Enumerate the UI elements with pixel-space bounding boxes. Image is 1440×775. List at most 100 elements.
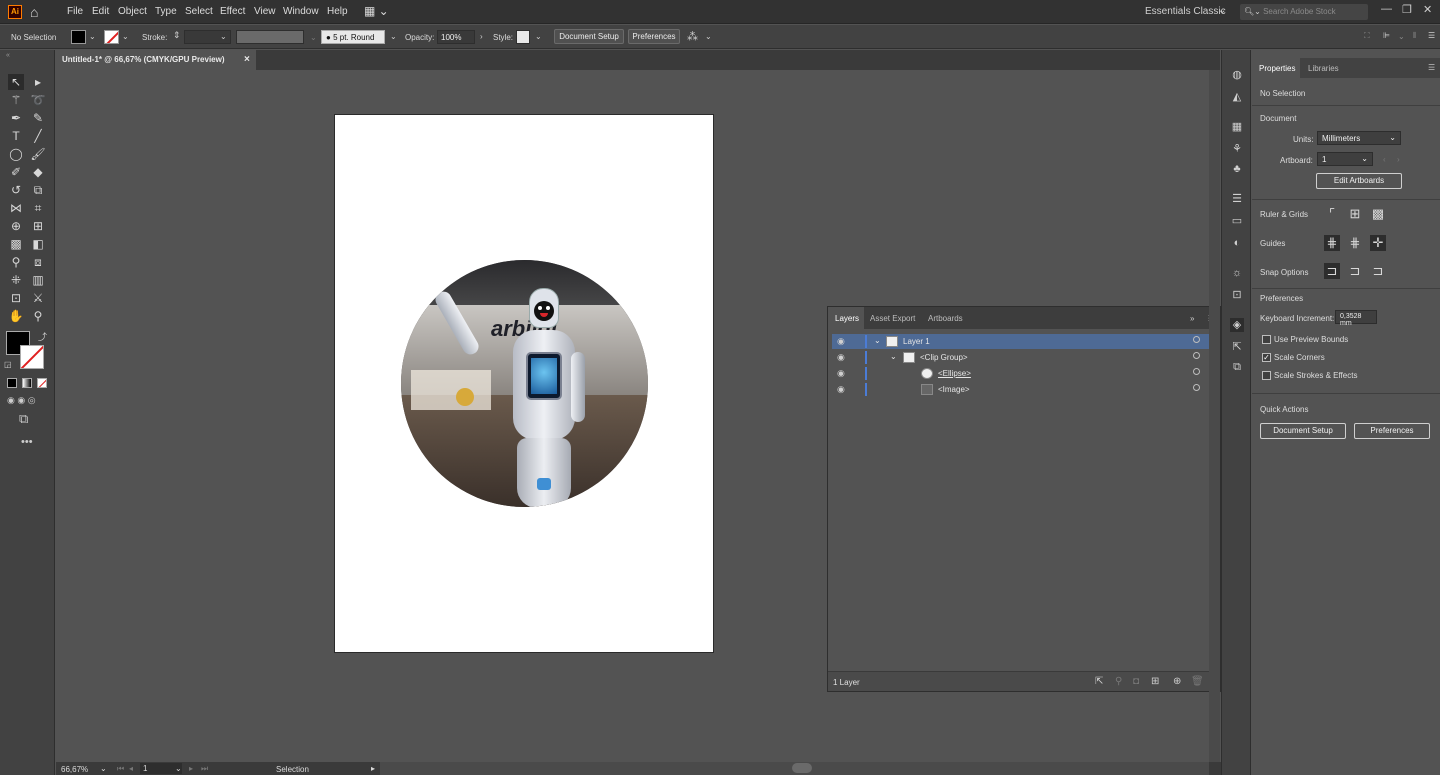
fill-chevron-icon[interactable]: ⌄ [89,32,96,41]
clipped-robot-image[interactable]: arbilgi [401,260,648,507]
color-mode-icon[interactable] [7,378,17,388]
props-menu-icon[interactable]: ☰ [1428,63,1435,72]
document-setup-button[interactable]: Document Setup [554,29,624,44]
transparency-grid-icon[interactable]: ▩ [1370,206,1386,222]
menu-file[interactable]: File [67,6,83,17]
target-circle-icon[interactable] [1193,368,1200,375]
tab-layers-active[interactable]: Layers [835,314,859,323]
keyboard-increment-input[interactable]: 0,3528 mm [1335,310,1377,327]
opacity-arrow-icon[interactable]: › [480,32,483,41]
default-colors-icon[interactable]: ◲ [4,360,12,369]
symbol-sprayer-tool-icon[interactable]: ⁜ [8,272,24,288]
hand-tool-icon[interactable]: ✋ [8,308,24,324]
tab-libraries[interactable]: Libraries [1308,64,1339,73]
control-menu-icon[interactable]: ☰ [1428,31,1435,40]
quick-preferences-button[interactable]: Preferences [1354,423,1430,439]
magic-wand-tool-icon[interactable]: ⚚ [8,92,24,108]
distribute-icon[interactable]: ⫴ [1413,31,1416,41]
preferences-button[interactable]: Preferences [628,29,680,44]
layers-dock-icon[interactable]: ◈ [1230,318,1244,332]
scale-strokes-checkbox[interactable] [1262,371,1271,380]
ellipse-name[interactable]: <Ellipse> [938,369,971,378]
menu-type[interactable]: Type [155,6,177,17]
visibility-eye-icon[interactable]: ◉ [837,336,845,347]
select-similar-chevron-icon[interactable]: ⌄ [705,32,712,41]
collapse-toolbar-icon[interactable]: « [6,52,10,59]
stroke-swatch[interactable] [104,30,119,44]
brush-definition[interactable]: ● 5 pt. Round [321,30,385,44]
artboard[interactable]: arbilgi [334,114,714,653]
zoom-chevron-icon[interactable]: ⌄ [100,764,107,773]
width-tool-icon[interactable]: ⋈ [8,200,24,216]
mesh-tool-icon[interactable]: ▩ [8,236,24,252]
create-sublayer-icon[interactable]: ⊞ [1151,676,1159,687]
stroke-chevron-icon[interactable]: ⌄ [122,32,129,41]
scale-tool-icon[interactable]: ⧉ [30,182,46,198]
status-menu-icon[interactable]: ▸ [371,764,375,773]
menu-view[interactable]: View [254,6,276,17]
align-chevron-icon[interactable]: ⌄ [1398,32,1405,41]
scale-corners-checkbox[interactable]: ✓ [1262,353,1271,362]
quick-document-setup-button[interactable]: Document Setup [1260,423,1346,439]
target-circle-icon[interactable] [1193,336,1200,343]
style-chevron-icon[interactable]: ⌄ [535,32,542,41]
direct-selection-tool-icon[interactable]: ▸ [30,74,46,90]
grid-icon[interactable]: ⊞ [1347,206,1363,222]
color-guide-icon[interactable]: ◭ [1230,90,1244,104]
arrange-documents-icon[interactable]: ▦ ⌄ [364,4,389,18]
brush-chevron-icon[interactable]: ⌄ [390,32,397,41]
layer-row-layer-1[interactable]: ◉ ⌄ Layer 1 [832,334,1216,349]
delete-icon[interactable]: 🗑︎ [1191,676,1204,687]
gradient-panel-icon[interactable]: ▭ [1230,214,1244,228]
free-transform-tool-icon[interactable]: ⌗ [30,200,46,216]
last-artboard-icon[interactable]: ⏭ [201,764,208,774]
clip-group-name[interactable]: <Clip Group> [920,353,968,362]
selection-tool-icon[interactable]: ↖ [8,74,24,90]
draw-normal-icon[interactable]: ◉ ◉ ◎ [7,395,36,406]
transform-icon[interactable]: ⛶ [1364,31,1370,41]
stroke-weight-chevron-icon[interactable]: ⌄ [220,32,227,41]
tab-properties[interactable]: Properties [1259,64,1295,73]
menu-object[interactable]: Object [118,6,147,17]
fill-swatch[interactable] [71,30,86,44]
style-swatch[interactable] [516,30,530,44]
profile-chevron-icon[interactable]: ⌄ [310,33,317,42]
visibility-eye-icon[interactable]: ◉ [837,352,845,363]
make-clipping-mask-icon[interactable]: ◘ [1133,676,1139,687]
close-tab-icon[interactable]: × [244,54,250,65]
workspace-chevron-icon[interactable]: ⌄ [1218,5,1226,16]
stock-search-input[interactable]: 🔍︎⌄ Search Adobe Stock [1240,4,1368,20]
stroke-weight-stepper[interactable]: ⇕ [173,30,181,41]
eyedropper-tool-icon[interactable]: ⚲ [8,254,24,270]
target-circle-icon[interactable] [1193,384,1200,391]
artboards-dock-icon[interactable]: ⧉ [1230,360,1244,374]
menu-select[interactable]: Select [185,6,213,17]
horizontal-scroll-thumb[interactable] [792,763,812,773]
close-window-icon[interactable]: ✕ [1423,3,1432,16]
asset-export-icon[interactable]: ⇱ [1230,340,1244,354]
tab-asset-export[interactable]: Asset Export [870,314,915,323]
horizontal-scrollbar[interactable] [380,762,1209,775]
rotate-tool-icon[interactable]: ↺ [8,182,24,198]
image-name[interactable]: <Image> [938,385,970,394]
swap-colors-icon[interactable]: ⤴ [38,330,47,343]
zoom-level[interactable]: 66,67% [61,765,88,774]
change-screen-mode-icon[interactable]: ⧉ [19,411,28,427]
graphic-styles-icon[interactable]: ⊡ [1230,288,1244,302]
symbols-icon[interactable]: ♣ [1230,162,1244,176]
select-similar-icon[interactable]: ⁂ [687,30,698,43]
gradient-mode-icon[interactable] [22,378,32,388]
opacity-input[interactable]: 100% [437,30,475,44]
smart-guides-icon[interactable]: ✛ [1370,235,1386,251]
layer-name[interactable]: Layer 1 [903,337,930,346]
transparency-icon[interactable]: ◐ [1230,236,1244,250]
layer-row-clip-group[interactable]: ◉ ⌄ <Clip Group> [832,350,1216,365]
next-artboard-status-icon[interactable]: ▸ [189,764,193,773]
appearance-icon[interactable]: ☼ [1230,266,1244,280]
perspective-grid-tool-icon[interactable]: ⊞ [30,218,46,234]
artboard-select[interactable]: 1 ⌄ [1317,152,1373,166]
ellipse-tool-icon[interactable]: ◯ [8,146,24,162]
workspace-switcher[interactable]: Essentials Classic [1145,6,1226,17]
curvature-tool-icon[interactable]: ✎ [30,110,46,126]
menu-help[interactable]: Help [327,6,348,17]
